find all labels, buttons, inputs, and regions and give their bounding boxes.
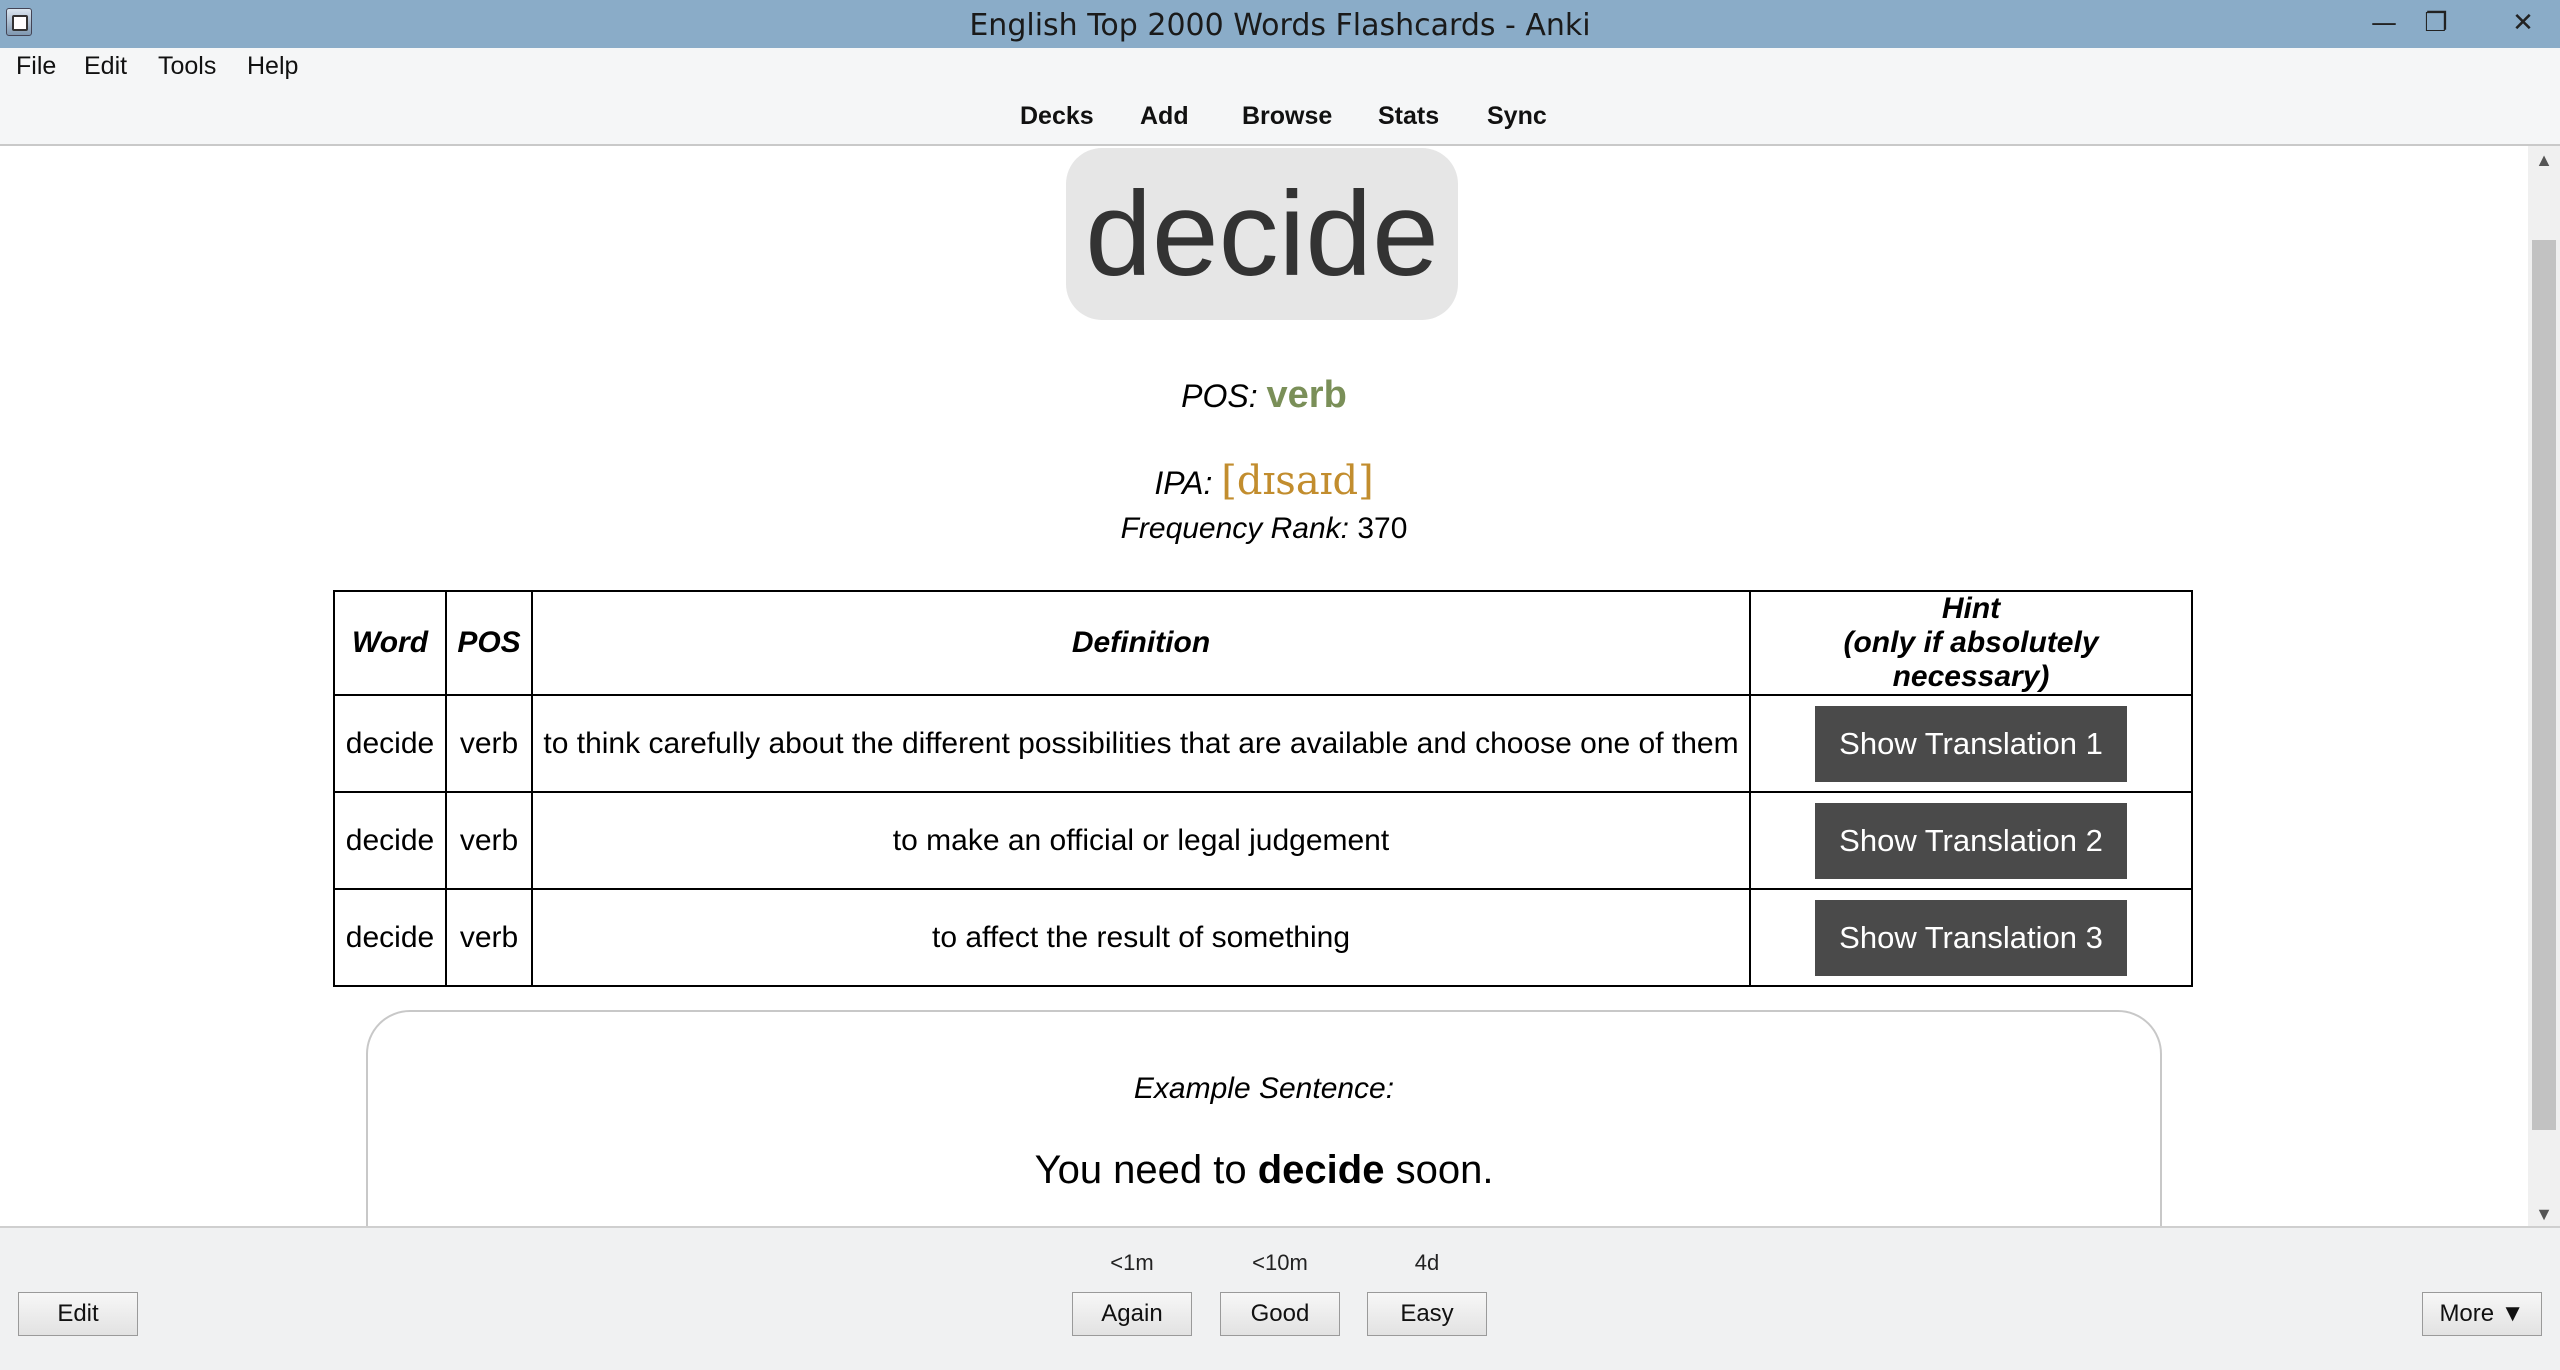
example-after: soon. bbox=[1384, 1148, 1494, 1192]
example-bold-word: decide bbox=[1257, 1148, 1385, 1192]
toolbar-decks[interactable]: Decks bbox=[1020, 102, 1094, 131]
ipa-line: IPA: [dɪsaɪd] bbox=[0, 458, 2528, 504]
row-word: decide bbox=[333, 791, 447, 890]
title-bar: English Top 2000 Words Flashcards - Anki… bbox=[0, 0, 2560, 48]
menu-file[interactable]: File bbox=[16, 52, 56, 81]
good-interval: <10m bbox=[1252, 1250, 1308, 1275]
header-pos: POS bbox=[445, 590, 533, 696]
frequency-label: Frequency Rank: bbox=[1120, 512, 1350, 545]
pos-label: POS: bbox=[1181, 378, 1258, 414]
frequency-line: Frequency Rank: 370 bbox=[0, 512, 2528, 546]
hint-subtitle: (only if absolutely necessary) bbox=[1843, 626, 2099, 693]
main-toolbar: Decks Add Browse Stats Sync bbox=[0, 88, 2560, 146]
show-translation-1-button[interactable]: Show Translation 1 bbox=[1815, 705, 2127, 782]
row-pos: verb bbox=[445, 694, 533, 793]
close-icon[interactable]: ✕ bbox=[2490, 4, 2556, 42]
menu-tools[interactable]: Tools bbox=[158, 52, 216, 81]
menu-bar: File Edit Tools Help bbox=[0, 48, 2560, 88]
example-sentence-box: Example Sentence: You need to decide soo… bbox=[366, 1010, 2162, 1226]
card-word: decide bbox=[1066, 148, 1458, 320]
answer-bar: Edit <1m <10m 4d Again Good Easy More ▼ bbox=[0, 1226, 2560, 1370]
vertical-scrollbar[interactable]: ▲ ▼ bbox=[2528, 146, 2560, 1226]
menu-edit[interactable]: Edit bbox=[84, 52, 127, 81]
toolbar-stats[interactable]: Stats bbox=[1378, 102, 1439, 131]
easy-interval: 4d bbox=[1414, 1250, 1440, 1275]
row-definition: to make an official or legal judgement bbox=[531, 791, 1751, 890]
example-label: Example Sentence: bbox=[1133, 1072, 1395, 1105]
edit-button[interactable]: Edit bbox=[18, 1292, 138, 1336]
more-button[interactable]: More ▼ bbox=[2422, 1292, 2542, 1336]
row-word: decide bbox=[333, 694, 447, 793]
toolbar-browse[interactable]: Browse bbox=[1242, 102, 1332, 131]
header-definition: Definition bbox=[531, 590, 1751, 696]
table-row: decide verb to affect the result of some… bbox=[333, 888, 2193, 987]
card-view: decide POS: verb IPA: [dɪsaɪd] Frequency… bbox=[0, 146, 2528, 1226]
show-translation-3-button[interactable]: Show Translation 3 bbox=[1815, 899, 2127, 976]
example-sentence: You need to decide soon. bbox=[368, 1148, 2160, 1193]
ipa-value: [dɪsaɪd] bbox=[1221, 458, 1374, 504]
header-hint: Hint (only if absolutely necessary) bbox=[1749, 590, 2193, 696]
pos-line: POS: verb bbox=[0, 374, 2528, 417]
minimize-icon[interactable]: — bbox=[2358, 4, 2410, 42]
row-hint: Show Translation 3 bbox=[1749, 888, 2193, 987]
header-word: Word bbox=[333, 590, 447, 696]
easy-button[interactable]: Easy bbox=[1367, 1292, 1487, 1336]
good-button[interactable]: Good bbox=[1220, 1292, 1340, 1336]
again-interval: <1m bbox=[1110, 1250, 1154, 1275]
toolbar-sync[interactable]: Sync bbox=[1487, 102, 1547, 131]
table-header-row: Word POS Definition Hint (only if absolu… bbox=[333, 590, 2193, 696]
window-title: English Top 2000 Words Flashcards - Anki bbox=[969, 8, 1591, 43]
scroll-down-icon[interactable]: ▼ bbox=[2528, 1202, 2560, 1226]
again-button[interactable]: Again bbox=[1072, 1292, 1192, 1336]
hint-title: Hint bbox=[1941, 592, 2001, 625]
table-row: decide verb to make an official or legal… bbox=[333, 791, 2193, 890]
row-pos: verb bbox=[445, 888, 533, 987]
table-row: decide verb to think carefully about the… bbox=[333, 694, 2193, 793]
row-word: decide bbox=[333, 888, 447, 987]
menu-help[interactable]: Help bbox=[247, 52, 298, 81]
example-before: You need to bbox=[1034, 1148, 1258, 1192]
definitions-table: Word POS Definition Hint (only if absolu… bbox=[333, 590, 2193, 987]
show-translation-2-button[interactable]: Show Translation 2 bbox=[1815, 802, 2127, 879]
row-definition: to think carefully about the different p… bbox=[531, 694, 1751, 793]
pos-value: verb bbox=[1266, 374, 1347, 416]
toolbar-add[interactable]: Add bbox=[1140, 102, 1189, 131]
row-definition: to affect the result of something bbox=[531, 888, 1751, 987]
ipa-label: IPA: bbox=[1154, 465, 1213, 501]
row-pos: verb bbox=[445, 791, 533, 890]
frequency-value: 370 bbox=[1357, 512, 1408, 545]
scroll-up-icon[interactable]: ▲ bbox=[2528, 148, 2560, 172]
row-hint: Show Translation 1 bbox=[1749, 694, 2193, 793]
scroll-thumb[interactable] bbox=[2532, 240, 2556, 1130]
row-hint: Show Translation 2 bbox=[1749, 791, 2193, 890]
restore-icon[interactable]: ❐ bbox=[2410, 4, 2462, 42]
